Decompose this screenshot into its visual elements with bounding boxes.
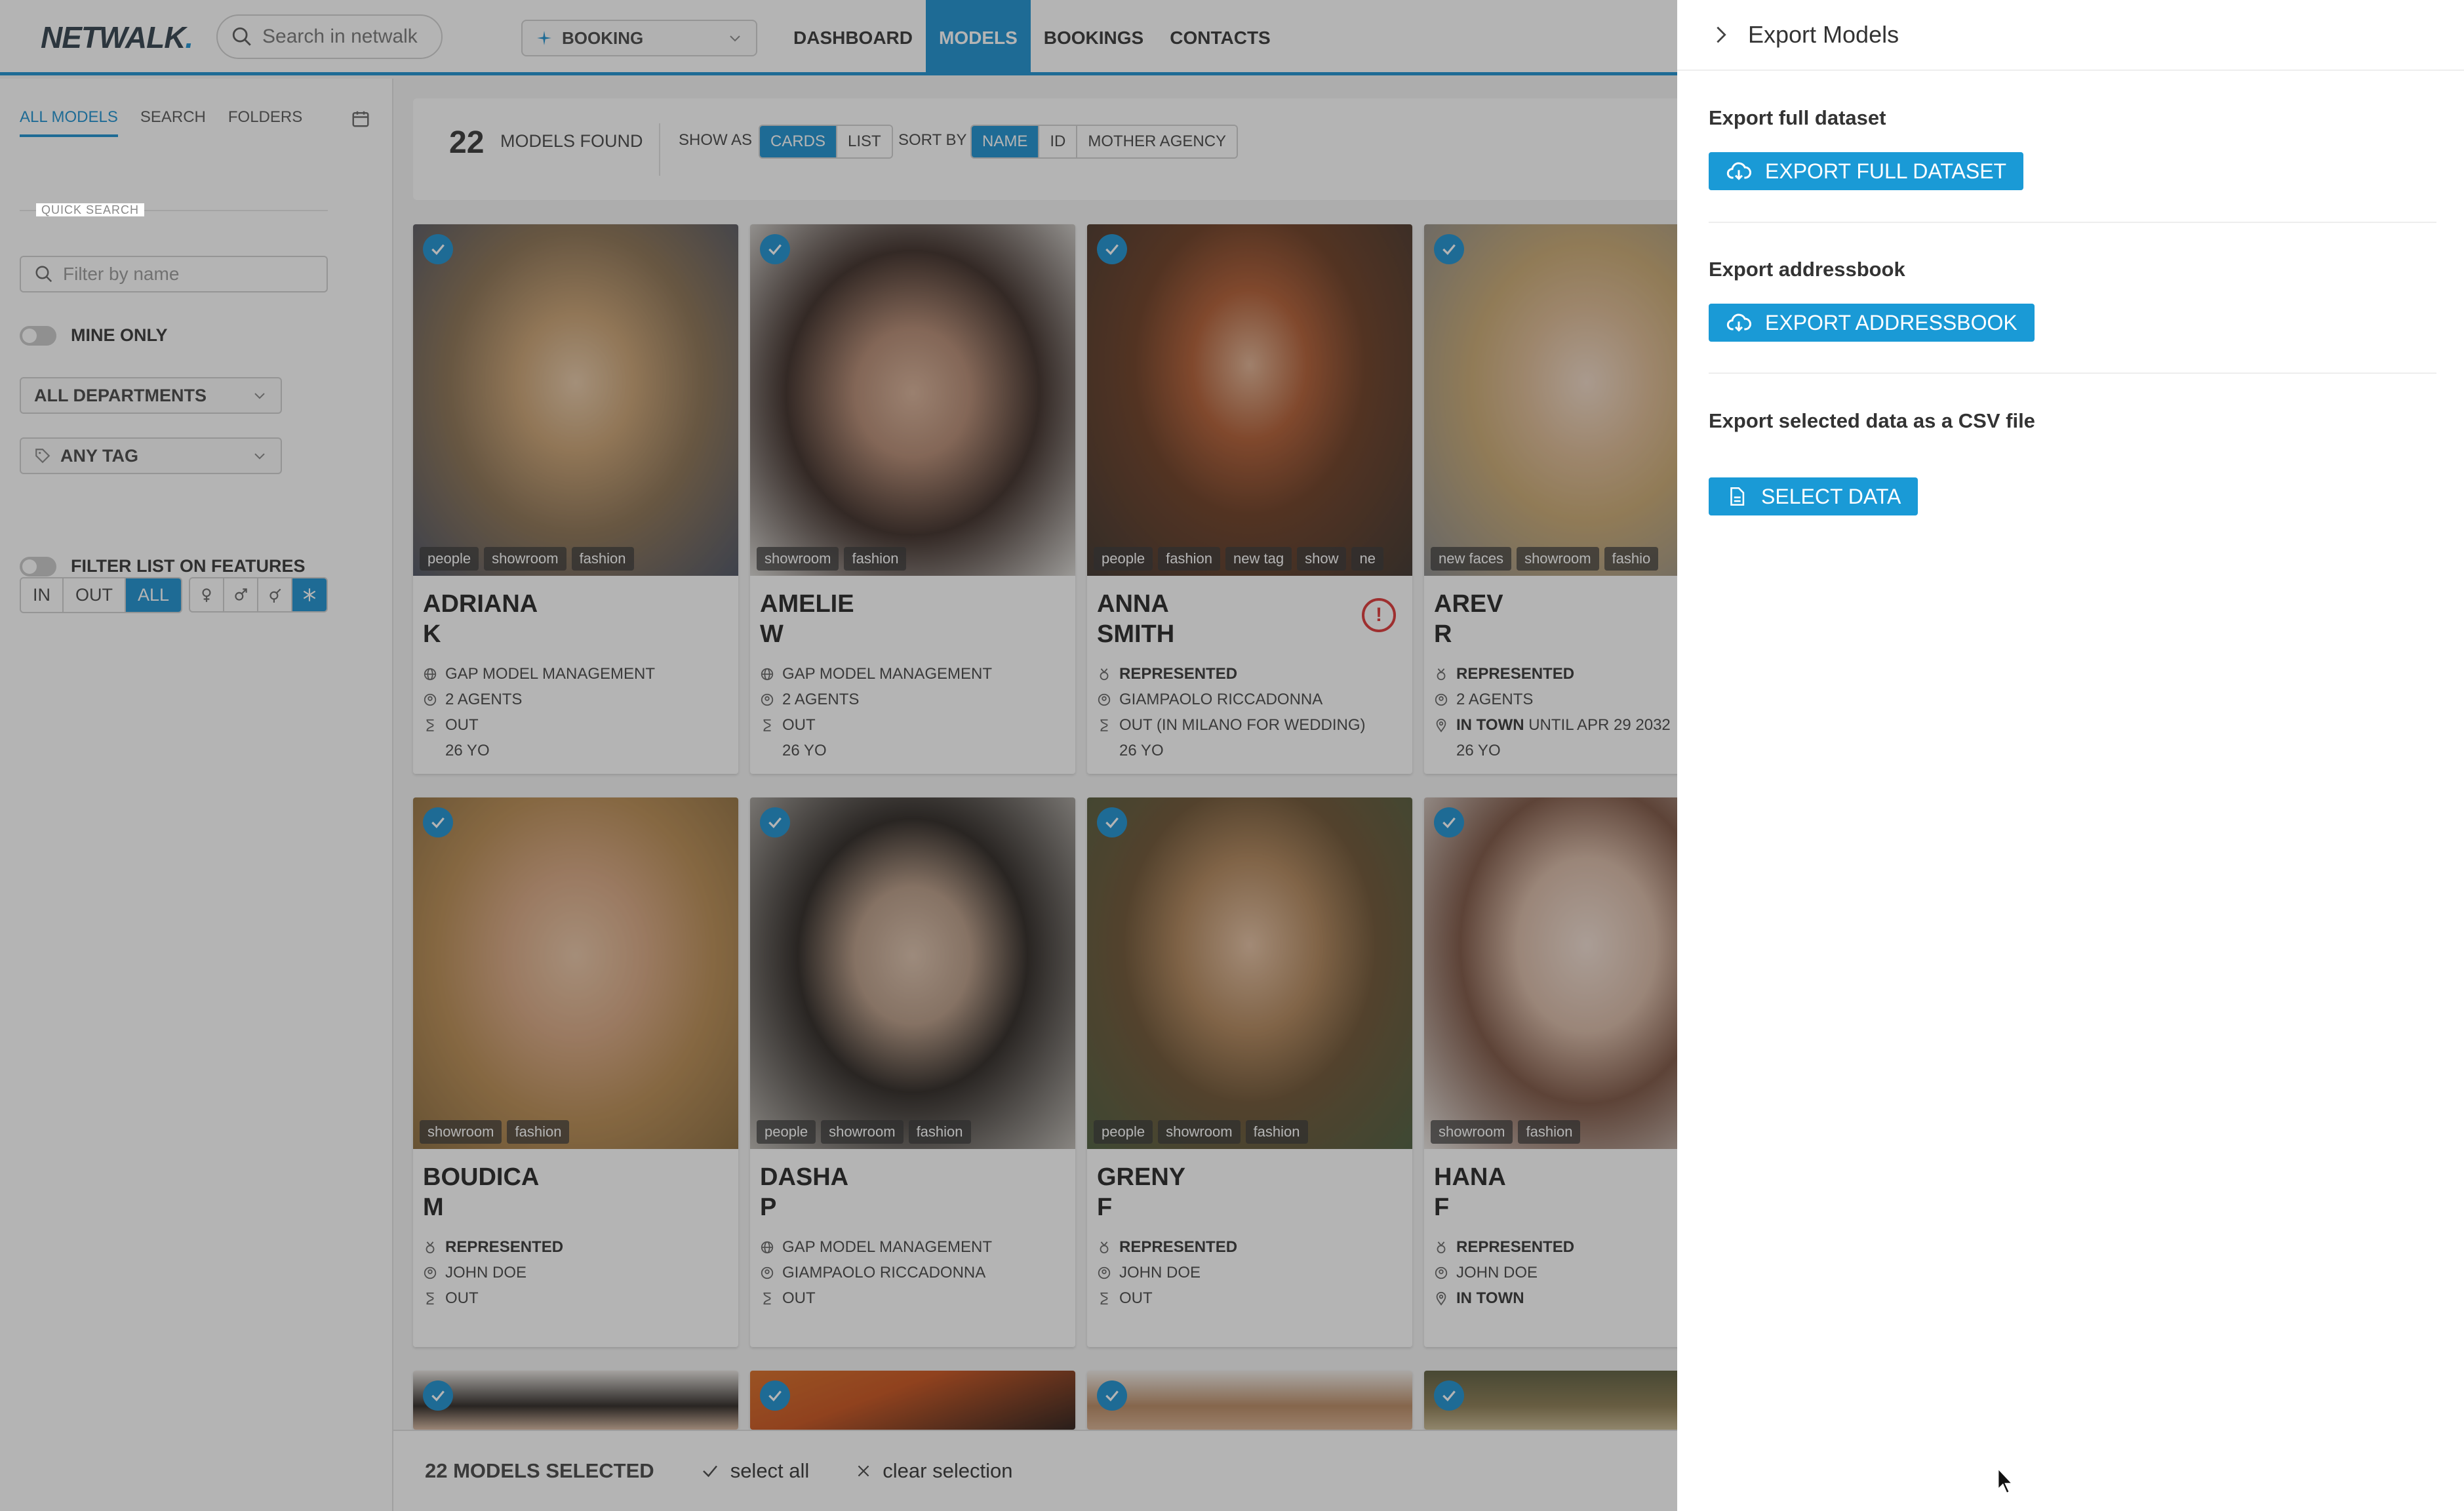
modal-backdrop[interactable] — [0, 0, 1677, 1511]
export-full-title: Export full dataset — [1709, 106, 1886, 129]
quick-search-label: QUICK SEARCH — [36, 203, 145, 217]
app: NETWALK. BOOKING DASHBOARD MODELS BOOKIN… — [0, 0, 2464, 1511]
chevron-right-icon[interactable] — [1710, 24, 1732, 46]
panel-header: Export Models — [1677, 0, 2464, 71]
export-full-label: EXPORT FULL DATASET — [1765, 159, 2007, 183]
export-address-title: Export addressbook — [1709, 258, 1905, 281]
export-panel: Export Models Export full dataset EXPORT… — [1677, 0, 2464, 1511]
document-icon — [1730, 487, 1745, 506]
select-data-button[interactable]: SELECT DATA — [1709, 477, 1918, 515]
export-csv-title: Export selected data as a CSV file — [1709, 409, 2035, 432]
divider — [1709, 222, 2436, 223]
divider — [1709, 373, 2436, 374]
select-data-label: SELECT DATA — [1761, 484, 1901, 508]
export-addressbook-button[interactable]: EXPORT ADDRESSBOOK — [1709, 304, 2035, 342]
mouse-cursor-icon — [1997, 1466, 2014, 1495]
panel-title: Export Models — [1748, 21, 1899, 48]
cloud-download-icon — [1726, 162, 1751, 180]
export-address-label: EXPORT ADDRESSBOOK — [1765, 310, 2017, 334]
export-full-dataset-button[interactable]: EXPORT FULL DATASET — [1709, 152, 2024, 190]
cloud-download-icon — [1726, 313, 1751, 332]
